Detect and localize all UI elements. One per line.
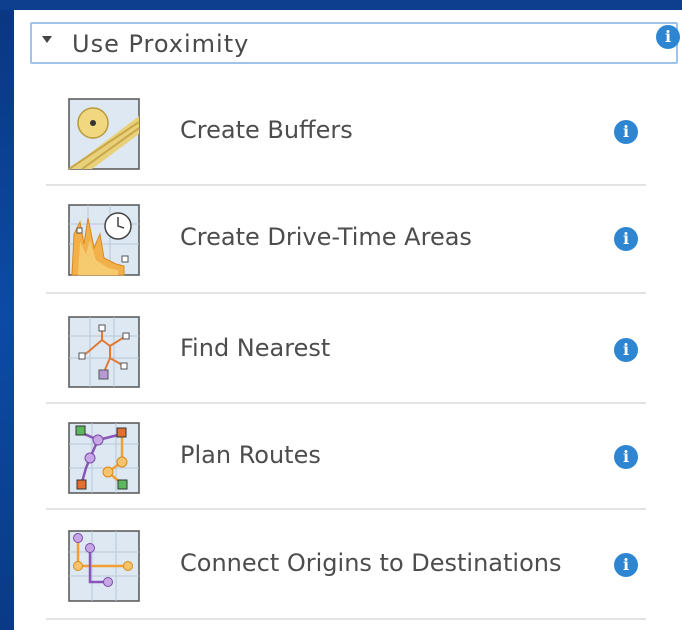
create-buffers-icon — [68, 98, 140, 174]
tool-label: Connect Origins to Destinations — [180, 549, 562, 577]
info-icon[interactable]: i — [614, 445, 638, 469]
tool-row-connect-origins-to-destinations[interactable]: Connect Origins to Destinations i — [46, 510, 646, 620]
find-nearest-icon — [68, 316, 140, 392]
info-icon[interactable]: i — [614, 227, 638, 251]
info-icon[interactable]: i — [614, 338, 638, 362]
desktop-background-top — [0, 0, 682, 10]
connect-origins-icon — [68, 530, 140, 606]
analysis-tools-panel: Use Proximity i Create Buffers i Create … — [14, 10, 682, 630]
tool-label: Find Nearest — [180, 334, 331, 362]
desktop-background — [0, 0, 14, 630]
section-title: Use Proximity — [72, 30, 250, 58]
tool-row-plan-routes[interactable]: Plan Routes i — [46, 404, 646, 510]
info-icon[interactable]: i — [614, 120, 638, 144]
section-header-use-proximity[interactable]: Use Proximity i — [30, 22, 680, 64]
info-icon[interactable]: i — [614, 553, 638, 577]
plan-routes-icon — [68, 422, 140, 498]
tool-label: Create Buffers — [180, 116, 353, 144]
collapse-caret-icon[interactable] — [42, 36, 52, 43]
create-drive-time-areas-icon — [68, 204, 140, 280]
tool-label: Create Drive-Time Areas — [180, 223, 472, 251]
tool-label: Plan Routes — [180, 441, 321, 469]
section-info-icon[interactable]: i — [656, 25, 680, 49]
tool-row-create-buffers[interactable]: Create Buffers i — [46, 80, 646, 186]
tool-row-find-nearest[interactable]: Find Nearest i — [46, 294, 646, 404]
tool-row-create-drive-time-areas[interactable]: Create Drive-Time Areas i — [46, 186, 646, 294]
